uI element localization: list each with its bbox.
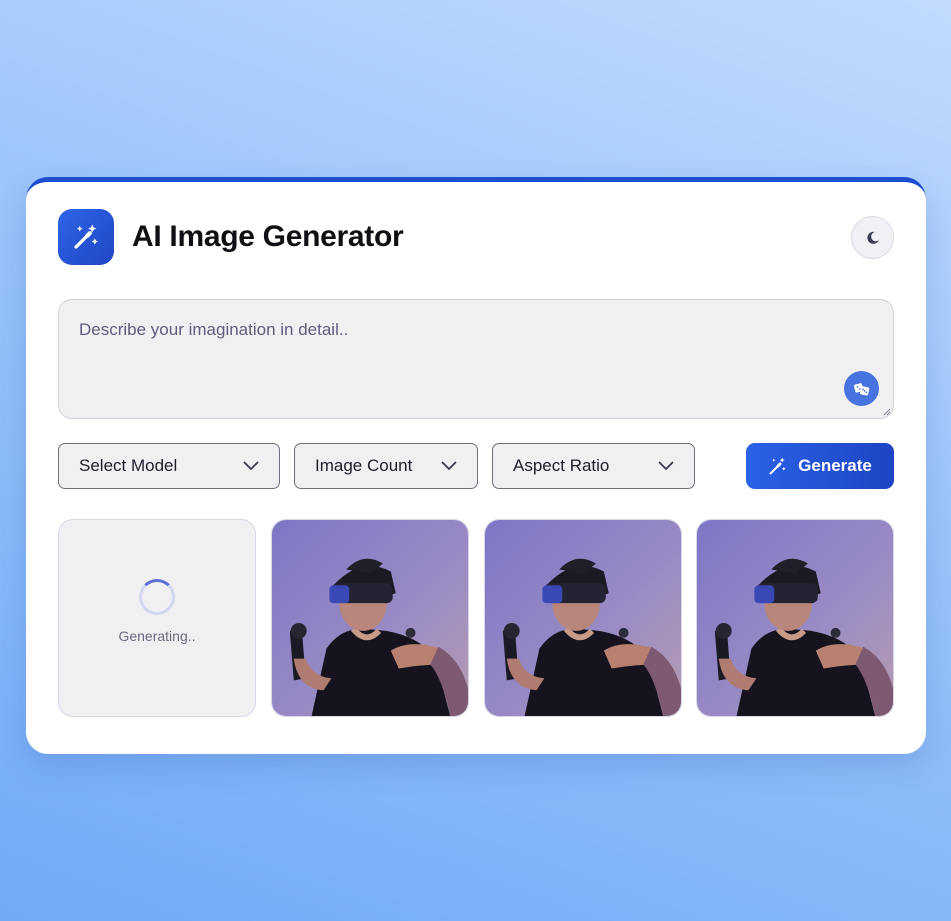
resize-grip-icon[interactable] <box>883 408 891 416</box>
model-select-label: Select Model <box>79 456 178 475</box>
chevron-down-icon <box>658 461 674 470</box>
gallery-item-loading: Generating.. <box>58 519 256 717</box>
chevron-down-icon <box>441 461 457 470</box>
theme-toggle-button[interactable] <box>851 216 894 259</box>
magic-wand-icon <box>769 457 786 475</box>
image-count-select-label: Image Count <box>315 456 413 475</box>
moon-icon <box>866 231 879 244</box>
image-count-select[interactable]: Image Count <box>294 443 478 489</box>
random-prompt-button[interactable] <box>844 371 879 406</box>
gallery-item-image[interactable] <box>271 519 469 717</box>
model-select[interactable]: Select Model <box>58 443 280 489</box>
app-title: AI Image Generator <box>132 220 404 253</box>
dice-icon <box>853 382 869 395</box>
generated-image <box>697 520 893 716</box>
logo-wand-icon <box>58 209 114 265</box>
aspect-ratio-select-label: Aspect Ratio <box>513 456 610 475</box>
generate-button-label: Generate <box>798 456 872 475</box>
generated-image <box>485 520 681 716</box>
loading-status-text: Generating.. <box>118 627 196 644</box>
prompt-input[interactable] <box>59 300 893 418</box>
generator-card: AI Image Generator Select Model <box>26 177 926 754</box>
generate-button[interactable]: Generate <box>746 443 894 489</box>
aspect-ratio-select[interactable]: Aspect Ratio <box>492 443 695 489</box>
gallery-item-image[interactable] <box>484 519 682 717</box>
gallery-item-image[interactable] <box>696 519 894 717</box>
prompt-container <box>58 299 894 419</box>
loading-spinner <box>139 578 175 615</box>
chevron-down-icon <box>243 461 259 470</box>
generated-image <box>272 520 468 716</box>
